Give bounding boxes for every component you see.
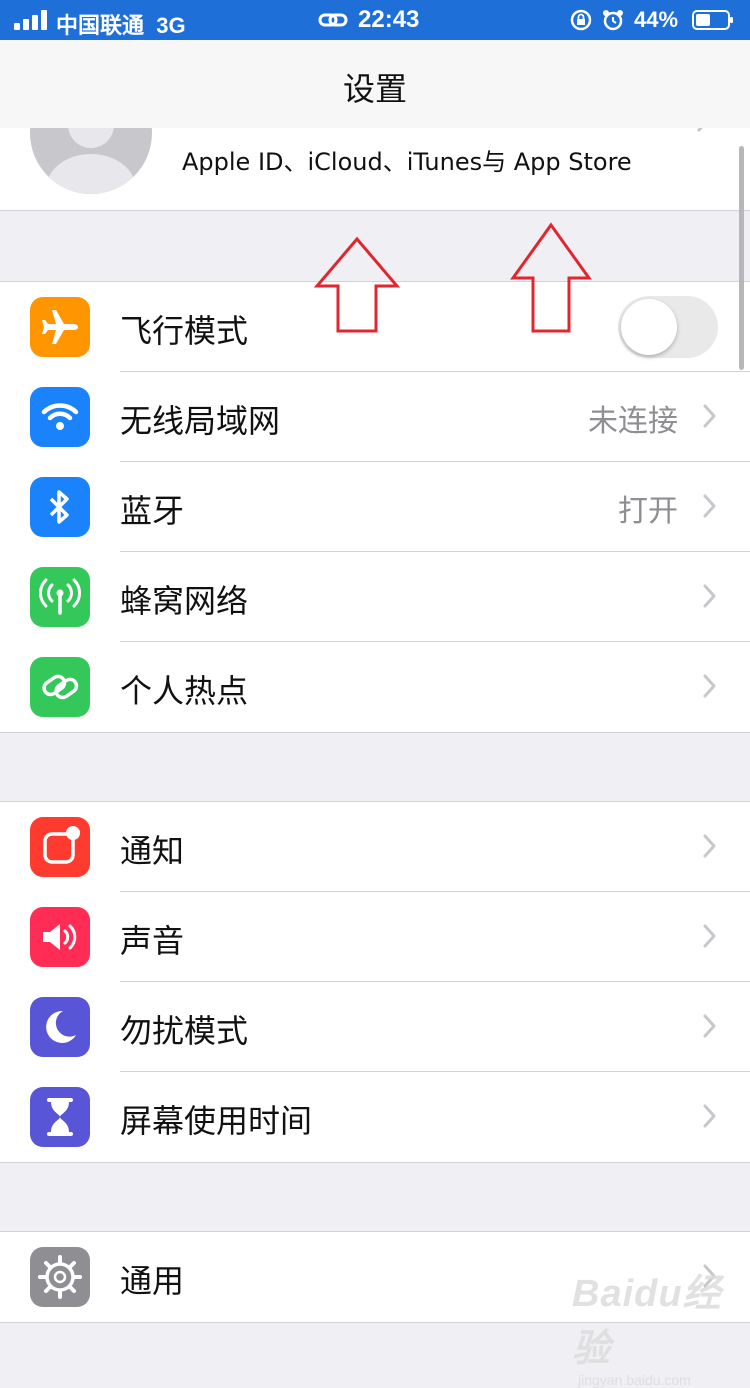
settings-row-hotspot[interactable]: 个人热点 (0, 642, 750, 732)
settings-row-bluetooth[interactable]: 蓝牙 打开 (0, 462, 750, 552)
notification-icon (30, 817, 90, 877)
status-time: 22:43 (358, 6, 420, 33)
apple-id-subtitle: Apple ID、iCloud、iTunes与 App Store (182, 148, 632, 176)
row-label: 个人热点 (120, 672, 249, 710)
chevron-right-icon (703, 924, 716, 948)
hourglass-icon (30, 1087, 90, 1147)
settings-row-cellular[interactable]: 蜂窝网络 (0, 552, 750, 642)
row-label: 蜂窝网络 (120, 582, 249, 620)
nav-bar: 设置 (0, 40, 750, 128)
chevron-right-icon (703, 1014, 716, 1038)
bluetooth-icon (30, 477, 90, 537)
row-label: 蓝牙 (120, 492, 185, 530)
scroll-indicator (739, 146, 744, 370)
signal-icon (14, 10, 48, 30)
status-bar: 中国联通 3G 22:43 44% (0, 0, 750, 40)
hotspot-icon (30, 657, 90, 717)
chevron-right-icon (703, 1104, 716, 1128)
chevron-right-icon (703, 674, 716, 698)
avatar (30, 128, 152, 194)
gear-icon (30, 1247, 90, 1307)
watermark: Baidu经验 jingyan.baidu.com (572, 1273, 722, 1388)
row-label: 通知 (120, 832, 185, 870)
wifi-icon (30, 387, 90, 447)
chevron-right-icon (703, 834, 716, 858)
moon-icon (30, 997, 90, 1057)
settings-row-notifications[interactable]: 通知 (0, 802, 750, 892)
row-label: 屏幕使用时间 (120, 1102, 313, 1140)
link-icon (318, 13, 348, 27)
airplane-icon (30, 297, 90, 357)
annotation-arrow-up-icon (510, 222, 592, 333)
row-label: 无线局域网 (120, 402, 281, 440)
notifications-group: 通知 声音 勿扰模式 屏幕使用时间 (0, 801, 750, 1163)
row-label: 飞行模式 (120, 312, 249, 350)
row-label: 通用 (120, 1262, 185, 1300)
speaker-icon (30, 907, 90, 967)
battery-icon (692, 10, 733, 30)
chevron-right-icon (703, 404, 716, 428)
settings-row-screen-time[interactable]: 屏幕使用时间 (0, 1072, 750, 1162)
row-label: 勿扰模式 (120, 1012, 249, 1050)
annotation-arrow-up-icon (314, 236, 400, 333)
row-value: 未连接 (588, 404, 678, 439)
apple-id-row[interactable]: Apple ID、iCloud、iTunes与 App Store (0, 128, 750, 211)
network-type: 3G (156, 13, 186, 38)
alarm-icon (603, 10, 623, 31)
settings-row-sounds[interactable]: 声音 (0, 892, 750, 982)
row-value: 打开 (618, 494, 678, 529)
carrier-label: 中国联通 3G (56, 13, 186, 38)
battery-percent: 44% (634, 7, 679, 32)
airplane-mode-toggle[interactable] (618, 296, 718, 358)
chevron-right-icon (703, 494, 716, 518)
settings-row-do-not-disturb[interactable]: 勿扰模式 (0, 982, 750, 1072)
chevron-right-icon (703, 584, 716, 608)
connectivity-group: 飞行模式 无线局域网 未连接 蓝牙 打开 蜂窝网络 个人热点 (0, 281, 750, 733)
page-title: 设置 (342, 70, 407, 108)
row-label: 声音 (120, 922, 185, 960)
rotation-lock-icon (570, 9, 592, 31)
antenna-icon (30, 567, 90, 627)
settings-row-wifi[interactable]: 无线局域网 未连接 (0, 372, 750, 462)
chevron-right-icon (697, 128, 703, 132)
